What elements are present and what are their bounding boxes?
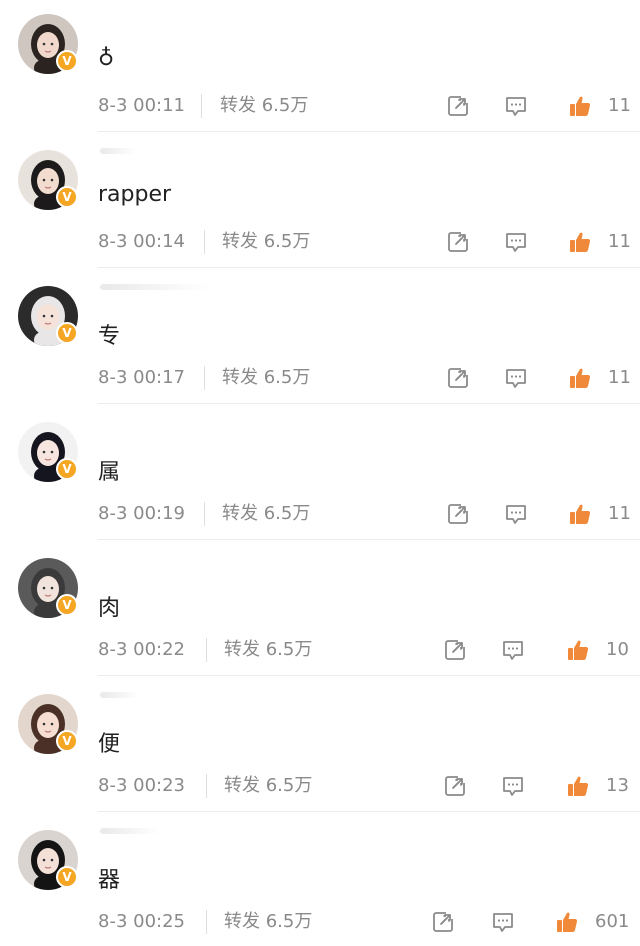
repost-count: 转发 6.5万 (222, 503, 311, 524)
thumbs-up-icon[interactable] (568, 366, 592, 390)
comment-bubble-icon[interactable] (504, 94, 528, 118)
comment-bubble-icon[interactable] (491, 910, 515, 934)
comment-time: 8-3 00:22 (98, 639, 185, 660)
comment-bubble-icon[interactable] (501, 638, 525, 662)
comment-text: 属 (98, 460, 121, 485)
divider (98, 539, 640, 540)
like-count: 11 (608, 367, 631, 388)
like-count: 11 (608, 503, 631, 524)
comment-item: V 器 8-3 00:25 转发 6.5万 601 (0, 816, 640, 946)
comment-text: 器 (98, 868, 121, 893)
repost-count: 转发 6.5万 (220, 95, 309, 116)
comment-time: 8-3 00:23 (98, 775, 185, 796)
repost-count: 转发 6.5万 (224, 911, 313, 932)
verified-badge-icon: V (56, 322, 78, 344)
share-box-icon[interactable] (446, 502, 470, 526)
share-box-icon[interactable] (446, 366, 470, 390)
comment-time: 8-3 00:19 (98, 503, 185, 524)
username-blurred (100, 284, 210, 290)
meta-separator (201, 94, 202, 118)
share-box-icon[interactable] (446, 94, 470, 118)
comment-meta: 8-3 00:17 转发 6.5万 11 (98, 366, 640, 390)
divider (98, 131, 640, 132)
username-blurred (100, 148, 136, 154)
comment-item: V ♁ 8-3 00:11 转发 6.5万 11 (0, 0, 640, 136)
verified-badge-icon: V (56, 866, 78, 888)
comment-bubble-icon[interactable] (504, 502, 528, 526)
share-box-icon[interactable] (446, 230, 470, 254)
share-box-icon[interactable] (443, 638, 467, 662)
meta-separator (204, 502, 205, 526)
comment-time: 8-3 00:11 (98, 95, 185, 116)
comment-text: 专 (98, 324, 121, 349)
like-count: 13 (606, 775, 629, 796)
repost-count: 转发 6.5万 (224, 639, 313, 660)
comment-item: V rapper 8-3 00:14 转发 6.5万 11 (0, 136, 640, 272)
comment-item: V 肉 8-3 00:22 转发 6.5万 10 (0, 544, 640, 680)
repost-count: 转发 6.5万 (222, 231, 311, 252)
comment-meta: 8-3 00:25 转发 6.5万 601 (98, 910, 640, 934)
comment-meta: 8-3 00:11 转发 6.5万 11 (98, 94, 640, 118)
comment-bubble-icon[interactable] (504, 366, 528, 390)
comment-text: 肉 (98, 596, 121, 621)
comment-bubble-icon[interactable] (504, 230, 528, 254)
verified-badge-icon: V (56, 730, 78, 752)
like-count: 11 (608, 231, 631, 252)
username-blurred (100, 828, 160, 834)
comment-bubble-icon[interactable] (501, 774, 525, 798)
thumbs-up-icon[interactable] (555, 910, 579, 934)
verified-badge-icon: V (56, 458, 78, 480)
comment-time: 8-3 00:17 (98, 367, 185, 388)
comment-time: 8-3 00:14 (98, 231, 185, 252)
verified-badge-icon: V (56, 186, 78, 208)
share-box-icon[interactable] (431, 910, 455, 934)
verified-badge-icon: V (56, 594, 78, 616)
divider (98, 403, 640, 404)
comment-item: V 便 8-3 00:23 转发 6.5万 13 (0, 680, 640, 816)
share-box-icon[interactable] (443, 774, 467, 798)
meta-separator (206, 638, 207, 662)
meta-separator (206, 910, 207, 934)
comment-meta: 8-3 00:23 转发 6.5万 13 (98, 774, 640, 798)
comment-text: 便 (98, 732, 121, 757)
thumbs-up-icon[interactable] (568, 230, 592, 254)
thumbs-up-icon[interactable] (566, 774, 590, 798)
comment-meta: 8-3 00:19 转发 6.5万 11 (98, 502, 640, 526)
comment-item: V 属 8-3 00:19 转发 6.5万 11 (0, 408, 640, 544)
comment-time: 8-3 00:25 (98, 911, 185, 932)
thumbs-up-icon[interactable] (568, 502, 592, 526)
meta-separator (206, 774, 207, 798)
like-count: 601 (595, 911, 630, 932)
divider (98, 267, 640, 268)
comment-item: V 专 8-3 00:17 转发 6.5万 11 (0, 272, 640, 408)
comment-text: ♁ (98, 46, 115, 71)
like-count: 10 (606, 639, 629, 660)
meta-separator (204, 230, 205, 254)
repost-count: 转发 6.5万 (222, 367, 311, 388)
thumbs-up-icon[interactable] (566, 638, 590, 662)
repost-count: 转发 6.5万 (224, 775, 313, 796)
verified-badge-icon: V (56, 50, 78, 72)
divider (98, 811, 640, 812)
divider (98, 675, 640, 676)
comment-meta: 8-3 00:22 转发 6.5万 10 (98, 638, 640, 662)
like-count: 11 (608, 95, 631, 116)
comment-text: rapper (98, 182, 172, 207)
username-blurred (100, 692, 140, 698)
meta-separator (204, 366, 205, 390)
thumbs-up-icon[interactable] (568, 94, 592, 118)
comment-meta: 8-3 00:14 转发 6.5万 11 (98, 230, 640, 254)
